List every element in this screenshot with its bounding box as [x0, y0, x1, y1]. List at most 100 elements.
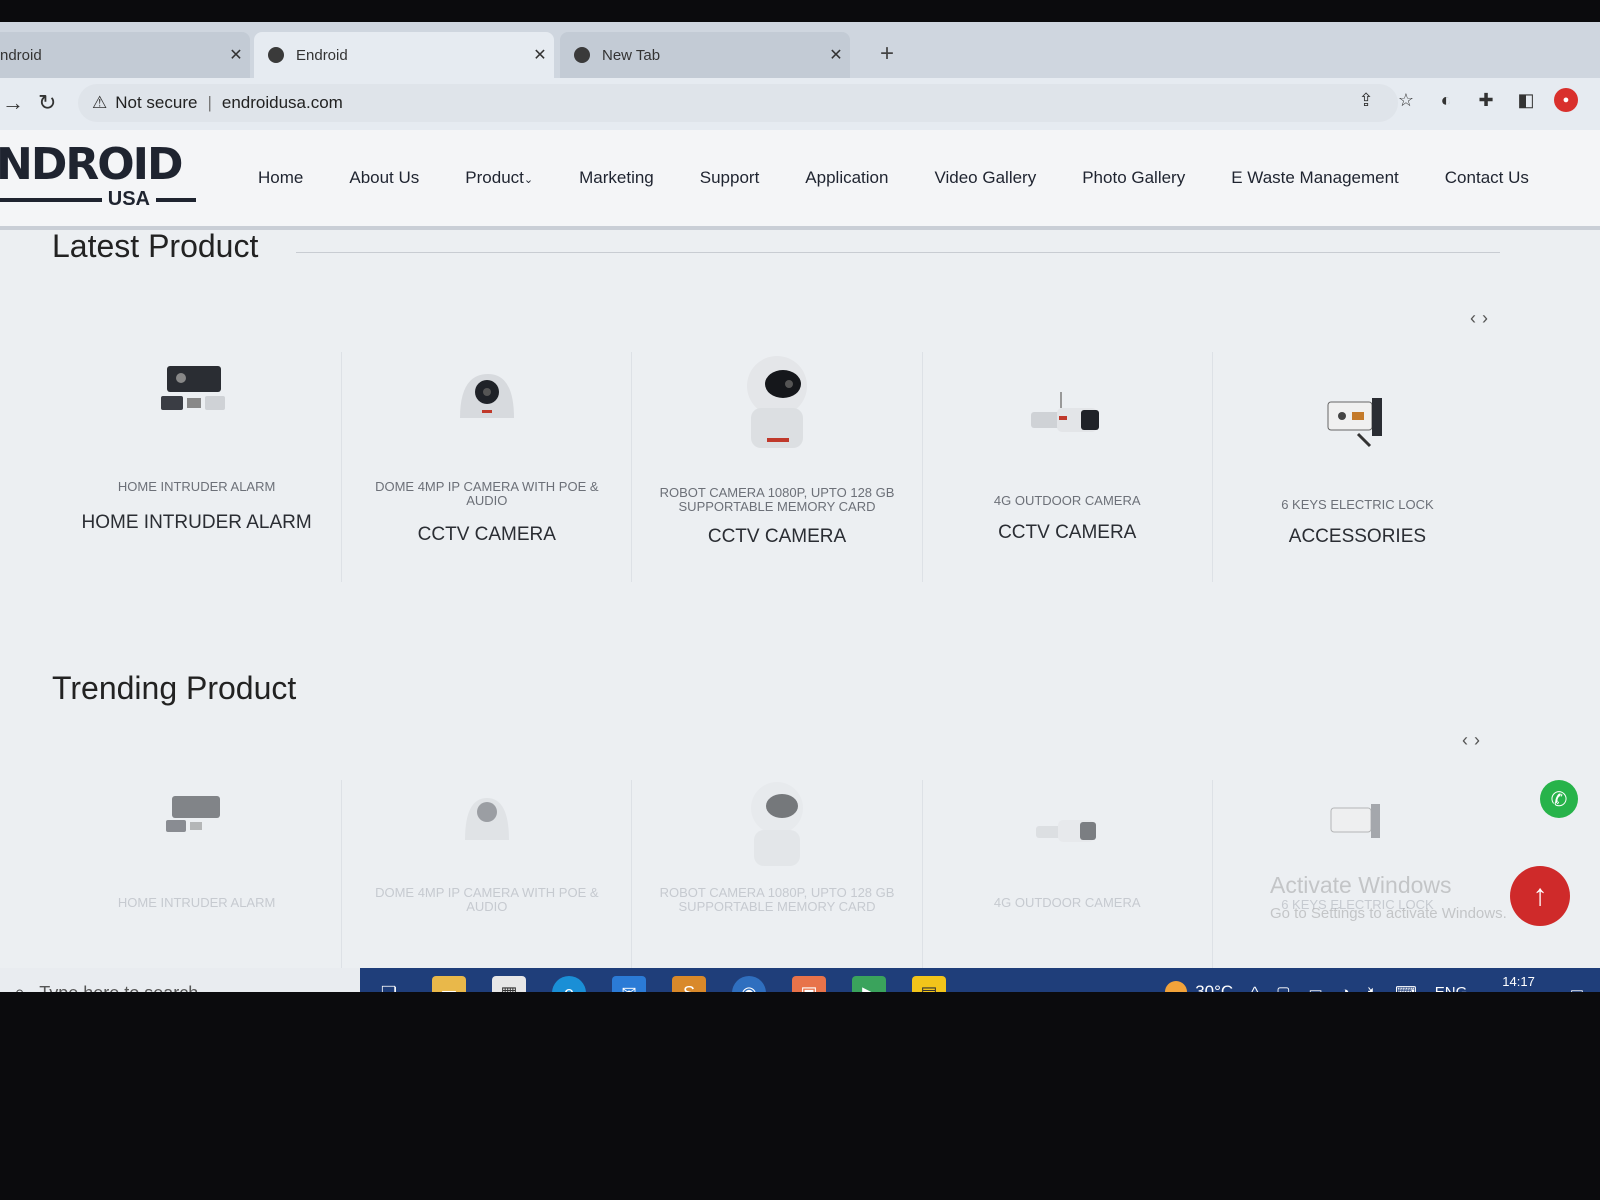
tab-ndroid[interactable]: ndroid ✕: [0, 32, 250, 78]
tab-endroid[interactable]: Endroid ✕: [254, 32, 554, 78]
puzzle-icon[interactable]: ✚: [1474, 88, 1498, 112]
mail-icon[interactable]: ✉: [612, 976, 646, 992]
toolbar-icons: ⇪ ☆ ◐ ✚ ◧ ●: [1354, 88, 1578, 112]
latest-carousel-arrows[interactable]: ‹›: [1470, 308, 1494, 329]
whatsapp-icon[interactable]: ✆: [1540, 780, 1578, 818]
latest-product-row: HOME INTRUDER ALARM HOME INTRUDER ALARM …: [52, 352, 1502, 582]
tab-new-tab[interactable]: New Tab ✕: [560, 32, 850, 78]
product-card[interactable]: 4G OUTDOOR CAMERA CCTV CAMERA: [923, 352, 1213, 582]
product-card[interactable]: ROBOT CAMERA 1080P, UPTO 128 GB SUPPORTA…: [632, 780, 923, 992]
main-nav: Home About Us Product⌄ Marketing Support…: [258, 168, 1575, 188]
robot-camera-icon: [747, 356, 807, 448]
nav-application[interactable]: Application: [805, 168, 888, 188]
product-card[interactable]: HOME INTRUDER ALARM HOME INTRUDER ALARM: [52, 352, 343, 582]
scroll-to-top-button[interactable]: ↑: [1510, 866, 1570, 926]
clock[interactable]: 14:17 24-04-2023: [1485, 972, 1552, 992]
robot-camera-icon: [751, 782, 803, 866]
notification-icon[interactable]: ▭: [1570, 983, 1584, 992]
browser-toolbar: → ↻ ⚠ Not secure | endroidusa.com ⇪ ☆ ◐ …: [0, 78, 1600, 130]
windows-taskbar: ⌕ Type here to search ❏ ▭ ▦ e ✉ S ◉ ▣ ▶ …: [0, 968, 1600, 992]
tab-strip: ndroid ✕ Endroid ✕ New Tab ✕ +: [0, 22, 1600, 78]
sun-icon: [1165, 981, 1188, 992]
website: NDROID USA Home About Us Product⌄ Market…: [0, 130, 1600, 992]
paint-icon[interactable]: ▣: [792, 976, 826, 992]
language-indicator[interactable]: ENG: [1435, 984, 1468, 993]
chevron-right-icon[interactable]: ›: [1474, 730, 1486, 750]
close-icon[interactable]: ✕: [222, 45, 250, 65]
meet-now-icon[interactable]: ▢: [1276, 983, 1290, 992]
security-label: Not secure: [115, 93, 198, 112]
star-icon[interactable]: ☆: [1394, 88, 1418, 112]
search-icon: ⌕: [14, 982, 25, 993]
nav-support[interactable]: Support: [700, 168, 760, 188]
clock-time: 14:17: [1502, 974, 1535, 989]
bullet-camera-icon: [1036, 820, 1097, 842]
battery-icon[interactable]: ▭: [1308, 983, 1322, 992]
nav-marketing[interactable]: Marketing: [579, 168, 654, 188]
product-card[interactable]: DOME 4MP IP CAMERA WITH POE & AUDIO CCTV…: [342, 352, 633, 582]
extension-color-icon[interactable]: ◐: [1434, 88, 1458, 112]
side-panel-icon[interactable]: ◧: [1514, 88, 1538, 112]
product-card[interactable]: DOME 4MP IP CAMERA WITH POE & AUDIO: [342, 780, 633, 992]
chevron-left-icon[interactable]: ‹: [1470, 308, 1482, 328]
trending-carousel-arrows[interactable]: ‹›: [1462, 730, 1486, 751]
globe-icon: [574, 47, 590, 63]
profile-avatar-icon[interactable]: ●: [1554, 88, 1578, 112]
file-explorer-icon[interactable]: ▭: [432, 976, 466, 992]
forward-icon[interactable]: →: [2, 90, 24, 116]
task-view-icon[interactable]: ❏: [372, 976, 406, 993]
product-name: ROBOT CAMERA 1080P, UPTO 128 GB SUPPORTA…: [659, 485, 895, 514]
address-bar[interactable]: ⚠ Not secure | endroidusa.com: [78, 84, 1398, 122]
system-tray: 30°C ^ ▢ ▭ ◔ 🔇︎ ⌨ ENG 14:17 24-04-2023 ▭: [1165, 972, 1584, 992]
volume-muted-icon[interactable]: 🔇︎: [1368, 984, 1377, 993]
nav-photo-gallery[interactable]: Photo Gallery: [1082, 168, 1185, 188]
site-logo[interactable]: NDROID USA: [0, 142, 196, 211]
bullet-camera-icon: [1031, 392, 1100, 432]
chevron-up-icon[interactable]: ^: [1251, 984, 1258, 993]
product-card[interactable]: 4G OUTDOOR CAMERA: [923, 780, 1213, 992]
tab-title: ndroid: [0, 46, 42, 64]
product-card[interactable]: ROBOT CAMERA 1080P, UPTO 128 GB SUPPORTA…: [632, 352, 923, 582]
chrome-icon[interactable]: ◉: [732, 976, 766, 992]
product-name: HOME INTRUDER ALARM: [117, 479, 276, 494]
chevron-right-icon[interactable]: ›: [1482, 308, 1494, 328]
edge-icon[interactable]: e: [552, 976, 586, 992]
store-icon[interactable]: ▦: [492, 976, 526, 992]
nav-about-us[interactable]: About Us: [349, 168, 419, 188]
taskbar-apps: ❏ ▭ ▦ e ✉ S ◉ ▣ ▶ ▤: [372, 976, 946, 992]
taskbar-search[interactable]: ⌕ Type here to search: [0, 968, 360, 992]
product-category: CCTV CAMERA: [998, 522, 1137, 543]
sublime-icon[interactable]: S: [672, 976, 706, 992]
nav-video-gallery[interactable]: Video Gallery: [934, 168, 1036, 188]
product-card[interactable]: 6 KEYS ELECTRIC LOCK ACCESSORIES: [1213, 352, 1502, 582]
new-tab-button[interactable]: +: [872, 40, 902, 68]
logo-sub: USA: [0, 188, 196, 211]
trending-product-title: Trending Product: [52, 670, 297, 706]
product-category: HOME INTRUDER ALARM: [81, 512, 312, 533]
dome-camera-icon: [464, 798, 509, 840]
reload-icon[interactable]: ↻: [38, 90, 56, 116]
nav-home[interactable]: Home: [258, 168, 303, 188]
close-icon[interactable]: ✕: [822, 45, 850, 65]
sticky-notes-icon[interactable]: ▤: [912, 976, 946, 992]
nav-product[interactable]: Product⌄: [465, 168, 533, 188]
screen: ndroid ✕ Endroid ✕ New Tab ✕ + → ↻ ⚠ Not…: [0, 22, 1600, 992]
wifi-icon[interactable]: ◔: [1341, 984, 1350, 993]
product-card[interactable]: HOME INTRUDER ALARM: [52, 780, 343, 992]
globe-icon: [268, 47, 284, 63]
meet-icon[interactable]: ▶: [852, 976, 886, 992]
nav-contact-us[interactable]: Contact Us: [1445, 168, 1529, 188]
product-name: HOME INTRUDER ALARM: [117, 895, 276, 910]
electric-lock-icon: [1327, 398, 1383, 448]
alarm-kit-icon: [165, 796, 220, 832]
chevron-left-icon[interactable]: ‹: [1462, 730, 1474, 750]
product-category: CCTV CAMERA: [417, 524, 556, 545]
close-icon[interactable]: ✕: [526, 45, 554, 65]
url-text: endroidusa.com: [221, 93, 343, 112]
divider: [296, 252, 1500, 253]
share-icon[interactable]: ⇪: [1354, 88, 1378, 112]
product-name: 6 KEYS ELECTRIC LOCK: [1281, 497, 1434, 512]
nav-e-waste-management[interactable]: E Waste Management: [1231, 168, 1399, 188]
keyboard-icon[interactable]: ⌨: [1395, 983, 1417, 992]
weather-widget[interactable]: 30°C: [1165, 981, 1233, 992]
